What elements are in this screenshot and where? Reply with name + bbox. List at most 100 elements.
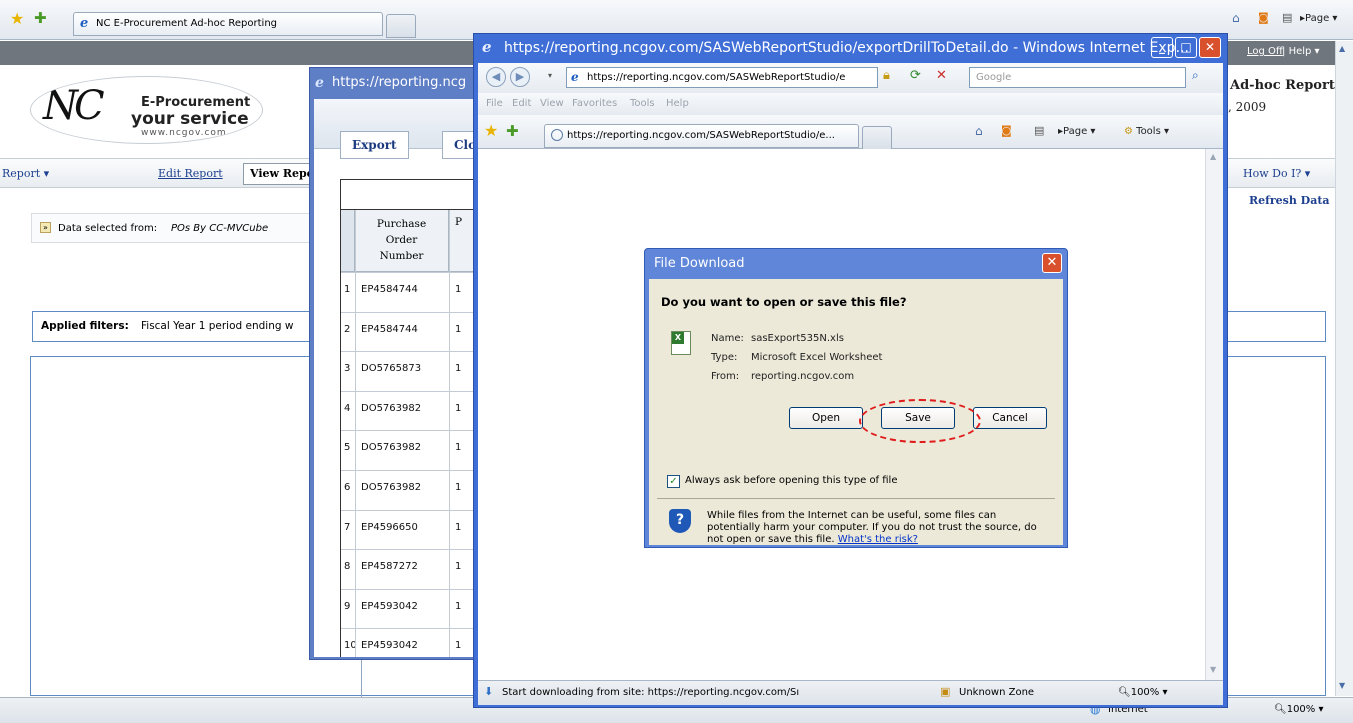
value-cell: 1 [455,522,462,533]
table-row[interactable]: 8 EP4587272 1 [341,549,478,589]
row-number: 7 [344,522,351,533]
home-icon[interactable]: ⌂ [975,125,983,137]
edit-report-link[interactable]: Edit Report [158,167,223,180]
page-menu[interactable]: ▸Page ▾ [1058,126,1095,137]
main-vertical-scrollbar[interactable]: ▲ ▼ [1335,41,1353,696]
favorites-star-icon[interactable]: ★ [10,11,24,27]
export-button[interactable]: Export [340,131,409,159]
home-icon[interactable]: ⌂ [1232,12,1240,24]
file-name-label: Name: [711,333,744,344]
add-favorite-icon[interactable]: ✚ [34,11,47,26]
table-row[interactable]: 1 EP4584744 1 [341,272,478,312]
nc-logo: NC E-Procurement your service www.ncgov.… [30,76,263,144]
lock-icon[interactable]: 🔒︎ [883,69,890,82]
export-tab[interactable]: https://reporting.ncgov.com/SASWebReport… [544,124,859,148]
back-icon[interactable]: ◀ [486,67,506,87]
save-highlight-ring [859,399,981,443]
dialog-titlebar[interactable]: File Download [645,249,1067,279]
open-button[interactable]: Open [789,407,863,429]
whats-the-risk-link[interactable]: What's the risk? [838,534,918,545]
po-number-cell: EP4584744 [361,324,418,335]
table-row[interactable]: 4 DO5763982 1 [341,391,478,431]
table-row[interactable]: 2 EP4584744 1 [341,312,478,352]
report-menu[interactable]: Report ▾ [2,167,49,180]
search-input[interactable]: Google [969,67,1186,88]
collapse-toggle-icon[interactable]: » [40,222,51,233]
export-window-titlebar[interactable]: e https://reporting.ncgov.com/SASWebRepo… [474,34,1227,62]
main-zoom-control[interactable]: 🔍︎100% ▾ [1274,704,1324,715]
row-number: 3 [344,363,351,374]
menu-edit[interactable]: Edit [512,98,531,109]
menu-tools[interactable]: Tools [630,98,655,109]
menu-view[interactable]: View [540,98,564,109]
history-dropdown-icon[interactable]: ▾ [548,71,552,80]
drill-window-titlebar[interactable]: e https://reporting.ncg [310,68,480,98]
file-name-value: sasExport535N.xls [751,333,844,344]
window-close-button[interactable]: ✕ [1199,37,1221,58]
tools-gear-icon: ⚙ [1124,126,1133,137]
cancel-button[interactable]: Cancel [973,407,1047,429]
add-favorite-icon[interactable]: ✚ [506,124,519,139]
print-icon[interactable]: ▤ [1034,125,1044,136]
stop-icon[interactable]: ✕ [936,69,947,82]
always-ask-checkbox[interactable]: ✓ [667,475,680,488]
shield-icon: ? [669,509,691,533]
export-vertical-scrollbar[interactable]: ▲ ▼ [1205,149,1223,680]
table-row[interactable]: 3 DO5765873 1 [341,351,478,391]
scroll-up-icon[interactable]: ▲ [1210,152,1216,161]
log-off-link[interactable]: Log Off [1247,46,1283,57]
table-row[interactable]: 7 EP4596650 1 [341,510,478,550]
export-window-title: https://reporting.ncgov.com/SASWebReport… [504,40,1189,56]
logo-nc: NC [43,83,105,129]
po-number-header: Purchase Order Number [355,210,449,272]
scroll-up-icon[interactable]: ▲ [1339,44,1345,53]
row-number: 6 [344,482,351,493]
dialog-question: Do you want to open or save this file? [661,295,907,309]
table-row[interactable]: 10 EP4593042 1 [341,628,478,657]
row-number: 9 [344,601,351,612]
feeds-icon[interactable]: ◙ [1258,12,1269,23]
second-header-text: P [455,216,463,228]
menu-help[interactable]: Help [666,98,689,109]
menu-favorites[interactable]: Favorites [572,98,617,109]
scroll-down-icon[interactable]: ▼ [1210,665,1216,674]
dialog-client: Do you want to open or save this file? X… [649,279,1063,545]
dialog-close-button[interactable]: ✕ [1042,253,1062,273]
new-tab-button[interactable] [386,14,416,38]
help-menu[interactable]: | Help ▾ [1282,46,1320,57]
refresh-icon[interactable]: ⟳ [910,69,921,82]
minimize-button[interactable]: _ [1151,37,1173,58]
po-header-line1: Purchase [376,218,427,230]
zoom-control[interactable]: 🔍︎100% ▾ [1118,687,1168,698]
logo-line1: E-Procurement [141,95,251,110]
maximize-button[interactable]: □ [1175,37,1197,58]
search-icon[interactable]: ⌕ [1192,69,1199,81]
feeds-icon[interactable]: ◙ [1001,125,1012,136]
refresh-data-link[interactable]: Refresh Data [1249,194,1330,207]
table-row[interactable]: 6 DO5763982 1 [341,470,478,510]
address-text: https://reporting.ncgov.com/SASWebReport… [587,72,846,83]
row-number: 5 [344,442,351,453]
file-download-dialog: File Download ✕ Do you want to open or s… [644,248,1068,548]
page-menu[interactable]: ▸Page ▾ [1300,13,1337,24]
print-icon[interactable]: ▤ [1282,12,1292,23]
new-tab-button[interactable] [862,126,892,150]
table-row[interactable]: 5 DO5763982 1 [341,430,478,470]
forward-icon[interactable]: ▶ [510,67,530,87]
po-number-cell: EP4596650 [361,522,418,533]
address-input[interactable]: e https://reporting.ncgov.com/SASWebRepo… [566,67,878,88]
data-selected-label: Data selected from: [58,223,158,234]
value-cell: 1 [455,482,462,493]
file-from-value: reporting.ncgov.com [751,371,855,382]
tab-ad-hoc-reporting[interactable]: e NC E-Procurement Ad-hoc Reporting [73,12,383,36]
table-row[interactable]: 9 EP4593042 1 [341,589,478,629]
detail-grid: Purchase Order Number P 1 EP4584744 1 2 EP45… [340,209,478,657]
tools-menu[interactable]: ⚙ Tools ▾ [1124,126,1169,137]
favorites-star-icon[interactable]: ★ [484,123,498,139]
menu-file[interactable]: File [486,98,503,109]
scroll-down-icon[interactable]: ▼ [1339,681,1345,690]
warning-text: While files from the Internet can be use… [707,510,1047,546]
applied-filters-value: Fiscal Year 1 period ending w [141,320,294,332]
how-do-i-menu[interactable]: How Do I? ▾ [1243,167,1310,180]
menu-bar: File Edit View Favorites Tools Help [478,93,1223,115]
